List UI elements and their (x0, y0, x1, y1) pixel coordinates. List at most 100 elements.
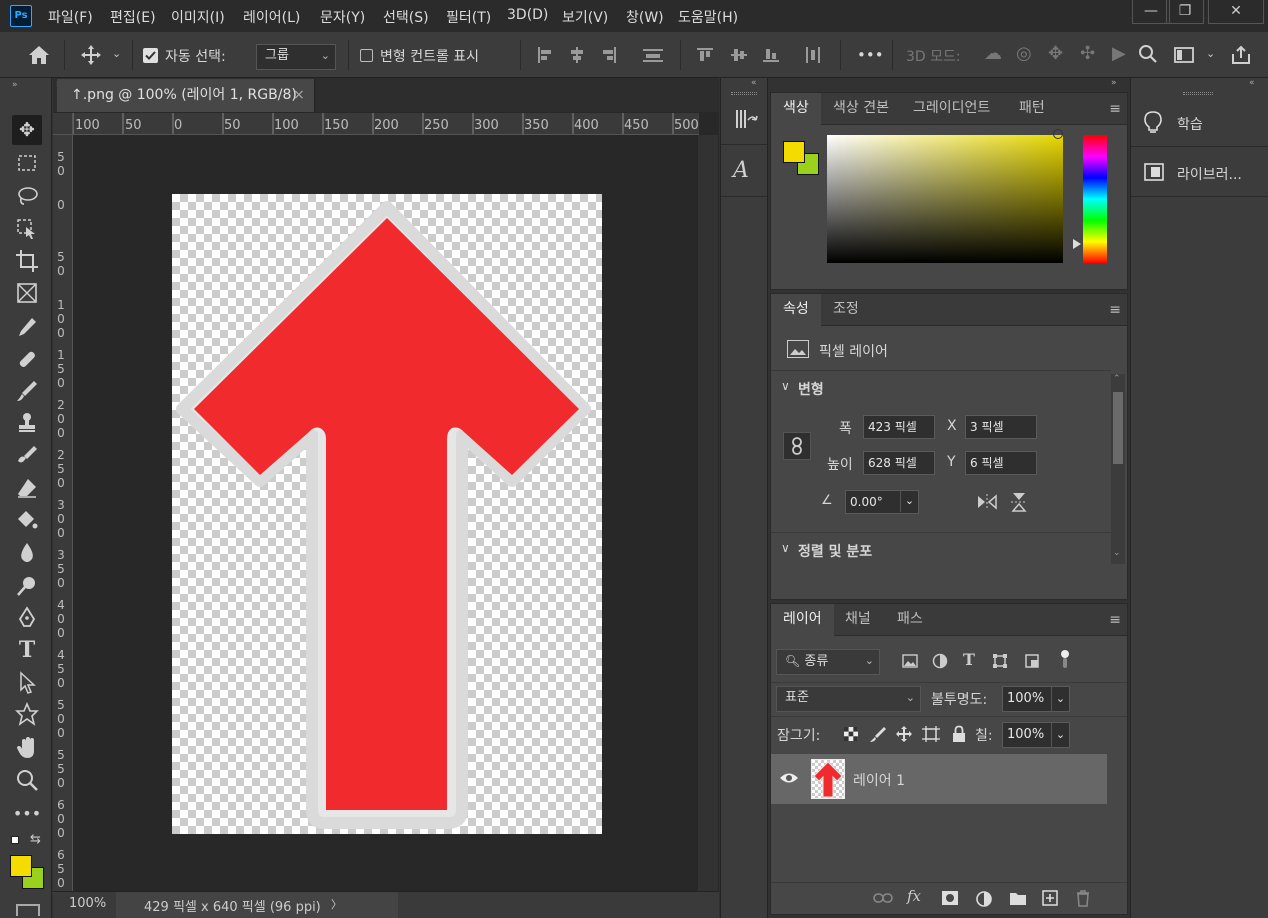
chevron-down-icon[interactable]: ⌄ (900, 490, 918, 512)
filter-shape-icon[interactable] (991, 652, 1009, 674)
pen-tool-icon[interactable] (12, 603, 42, 633)
healing-brush-tool-icon[interactable] (12, 344, 42, 374)
distribute-icon[interactable] (642, 46, 664, 64)
chevron-down-icon[interactable]: ∨ (781, 541, 790, 555)
height-field[interactable]: 628 픽셀 (863, 451, 935, 475)
width-field[interactable]: 423 픽셀 (863, 415, 935, 439)
lock-position-icon[interactable] (895, 725, 913, 747)
collapse-icon[interactable]: » (1111, 78, 1117, 88)
quick-mask-icon[interactable] (16, 904, 40, 916)
character-panel-icon[interactable]: A (733, 158, 749, 183)
collapse-icon[interactable]: » (12, 80, 18, 90)
libraries-panel-button[interactable]: 라이브러... (1131, 150, 1268, 194)
add-mask-icon[interactable] (941, 890, 959, 910)
blend-mode-dropdown[interactable]: 표준 ⌄ (776, 686, 921, 712)
y-field[interactable]: 6 픽셀 (965, 451, 1037, 475)
collapse-icon[interactable]: « (751, 78, 757, 88)
auto-select-checkbox[interactable] (143, 48, 158, 63)
search-icon[interactable] (1138, 44, 1158, 64)
path-selection-tool-icon[interactable] (12, 668, 42, 698)
layer-name[interactable]: 레이어 1 (853, 770, 905, 790)
zoom-tool-icon[interactable] (12, 765, 42, 795)
paint-bucket-tool-icon[interactable] (12, 506, 42, 536)
transform-controls-checkbox[interactable] (360, 49, 373, 62)
distribute-vertical-icon[interactable] (804, 46, 822, 64)
tab-gradients[interactable]: 그레이디언트 (901, 93, 1002, 125)
tab-patterns[interactable]: 패턴 (1007, 93, 1057, 125)
document-tab[interactable]: ↑.png @ 100% (레이어 1, RGB/8) × (57, 79, 315, 112)
x-field[interactable]: 3 픽셀 (965, 415, 1037, 439)
move-tool-icon[interactable]: ✥ (12, 115, 42, 145)
menu-view[interactable]: 보기(V) (562, 7, 608, 27)
home-icon[interactable] (28, 45, 50, 65)
chevron-down-icon[interactable]: ⌄ (1206, 48, 1215, 59)
align-right-icon[interactable] (600, 46, 618, 64)
lock-all-icon[interactable] (951, 725, 967, 747)
vertical-scrollbar[interactable] (698, 135, 718, 891)
default-colors-icon[interactable] (11, 836, 19, 844)
minimize-button[interactable]: — (1132, 0, 1170, 24)
menu-type[interactable]: 문자(Y) (320, 7, 365, 27)
slide-3d-icon[interactable]: ✣ (1080, 45, 1095, 63)
orbit-3d-icon[interactable]: ☁ (984, 45, 1002, 63)
tab-color[interactable]: 색상 (771, 93, 821, 125)
fill-field[interactable]: 100% ⌄ (1002, 722, 1070, 748)
lock-artboard-icon[interactable] (921, 725, 941, 747)
move-tool-icon[interactable] (80, 44, 102, 66)
vertical-ruler[interactable]: 5 0 0 5 0 1 0 0 1 5 0 2 0 0 2 5 0 3 0 0 … (53, 135, 73, 891)
tab-paths[interactable]: 패스 (885, 604, 935, 636)
more-tools-icon[interactable]: ••• (12, 799, 42, 829)
info-arrow-icon[interactable]: 〉 (331, 896, 342, 912)
tab-swatches[interactable]: 색상 견본 (821, 93, 901, 125)
transform-section-header[interactable]: 변형 (798, 379, 824, 399)
auto-select-dropdown[interactable]: 그룹 ⌄ (256, 44, 336, 70)
align-distribute-header[interactable]: 정렬 및 분포 (798, 541, 872, 561)
menu-layer[interactable]: 레이어(L) (243, 7, 300, 27)
align-left-icon[interactable] (536, 46, 554, 64)
shape-tool-icon[interactable] (12, 700, 42, 730)
layer-row[interactable]: 레이어 1 (771, 754, 1107, 804)
align-middle-icon[interactable] (730, 46, 748, 64)
canvas[interactable] (172, 194, 602, 834)
filter-toggle-switch[interactable] (1061, 650, 1069, 670)
blur-tool-icon[interactable] (12, 538, 42, 568)
lock-transparency-icon[interactable] (843, 726, 859, 746)
align-center-icon[interactable] (568, 46, 586, 64)
history-icon[interactable] (731, 106, 759, 132)
filter-smart-object-icon[interactable] (1023, 652, 1041, 674)
eyedropper-tool-icon[interactable] (12, 312, 42, 342)
lasso-tool-icon[interactable] (12, 181, 42, 211)
crop-tool-icon[interactable] (12, 246, 42, 276)
workspace-icon[interactable] (1174, 46, 1194, 64)
angle-field[interactable]: 0.00° ⌄ (845, 490, 919, 514)
close-tab-icon[interactable]: × (293, 79, 305, 112)
ruler-origin[interactable] (53, 113, 73, 135)
learn-panel-button[interactable]: 학습 (1131, 100, 1268, 144)
panel-menu-icon[interactable]: ≡ (1109, 302, 1121, 318)
brush-tool-icon[interactable] (12, 376, 42, 406)
tab-adjustments[interactable]: 조정 (821, 294, 871, 326)
history-brush-tool-icon[interactable] (12, 441, 42, 471)
marquee-tool-icon[interactable] (12, 148, 42, 178)
chevron-down-icon[interactable]: ∨ (781, 379, 790, 393)
menu-image[interactable]: 이미지(I) (171, 7, 225, 27)
tab-properties[interactable]: 속성 (771, 294, 821, 326)
filter-type-icon[interactable]: T (963, 650, 975, 669)
collapse-icon[interactable]: « (1249, 78, 1255, 88)
link-layers-icon[interactable] (873, 891, 893, 909)
zoom-level[interactable]: 100% (69, 896, 106, 911)
panel-menu-icon[interactable]: ≡ (1109, 101, 1121, 117)
new-layer-icon[interactable] (1041, 889, 1059, 911)
adjustment-layer-icon[interactable] (975, 890, 993, 912)
stamp-tool-icon[interactable] (12, 408, 42, 438)
object-select-tool-icon[interactable] (12, 214, 42, 244)
video-camera-icon[interactable]: ▶ (1112, 45, 1126, 63)
chevron-down-icon[interactable]: ⌄ (112, 48, 121, 59)
menu-3d[interactable]: 3D(D) (507, 7, 548, 23)
menu-select[interactable]: 선택(S) (383, 7, 429, 27)
pan-3d-icon[interactable]: ✥ (1048, 45, 1063, 63)
menu-help[interactable]: 도움말(H) (678, 7, 738, 27)
layer-effects-icon[interactable]: fx (907, 887, 921, 905)
horizontal-ruler[interactable]: 100 50 0 50 100 150 200 250 300 350 400 … (73, 113, 699, 135)
align-bottom-icon[interactable] (762, 46, 780, 64)
